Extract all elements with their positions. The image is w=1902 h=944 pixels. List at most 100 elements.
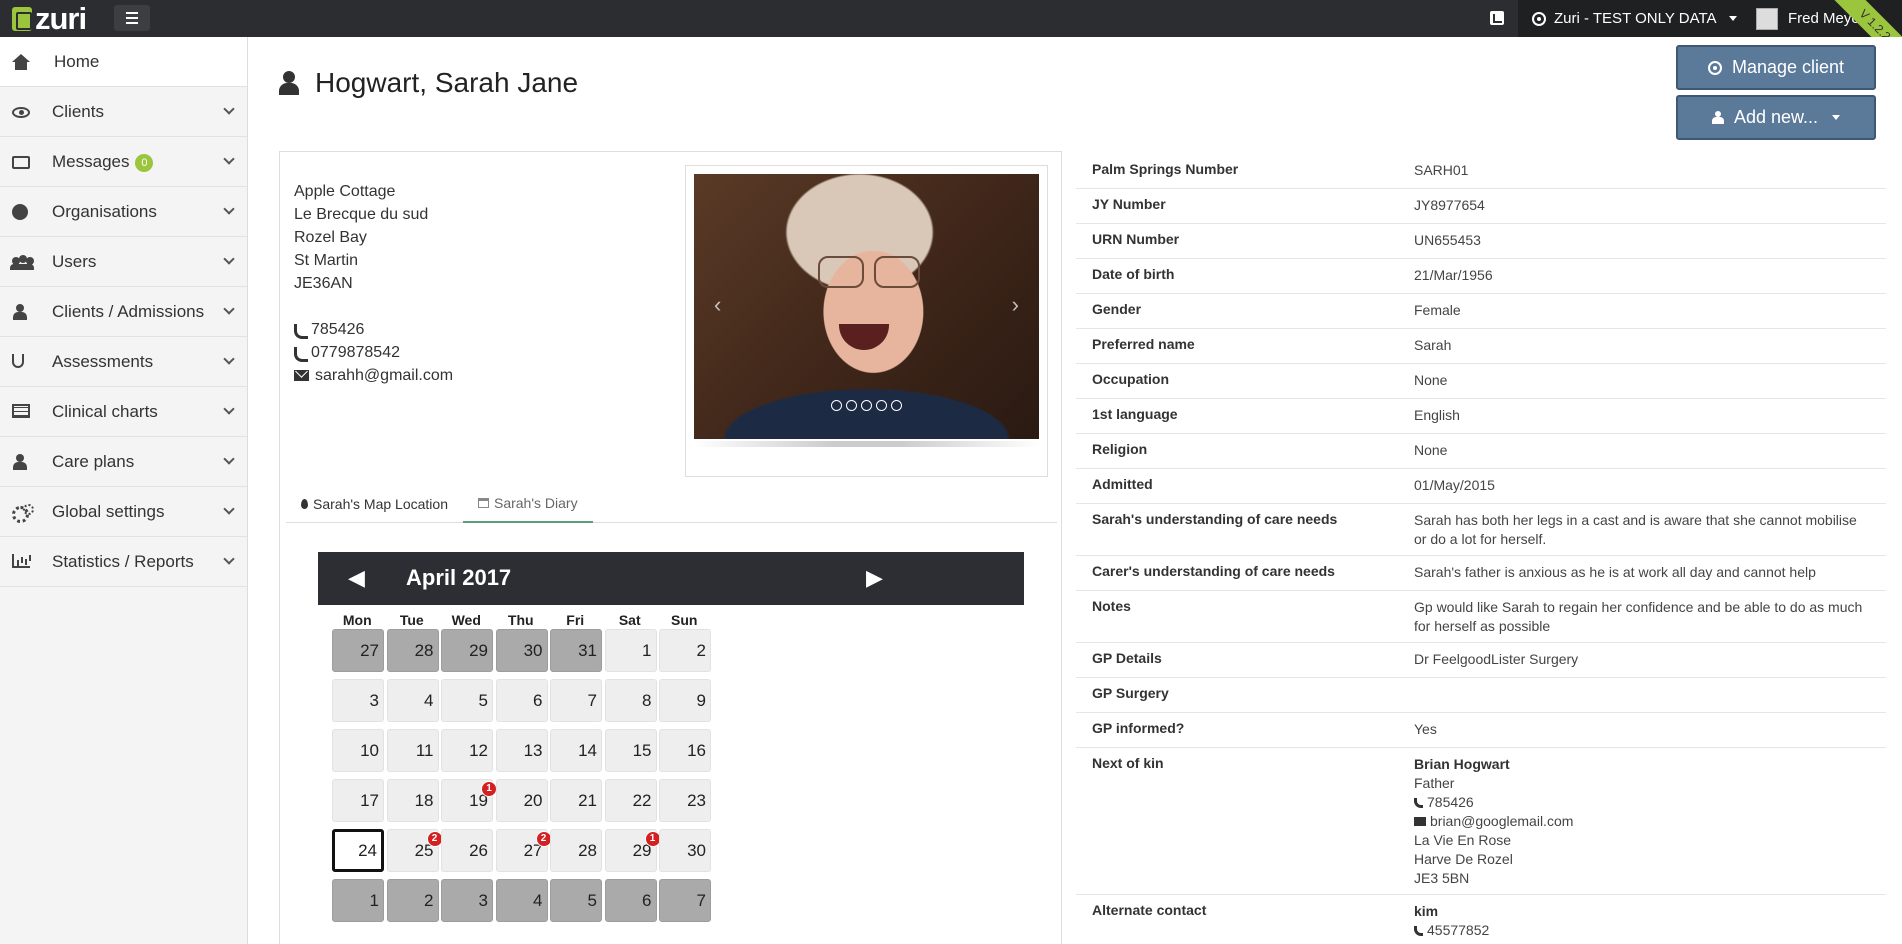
calendar-day[interactable]: 18 xyxy=(386,779,439,822)
calendar-day[interactable]: 29 xyxy=(441,629,493,672)
calendar-day-today[interactable]: 24 xyxy=(332,829,384,872)
calendar-day[interactable]: 11 xyxy=(386,729,439,772)
sidebar-toggle-button[interactable] xyxy=(114,5,150,31)
calendar-day[interactable]: 12 xyxy=(441,729,493,772)
sidebar-item-global-settings[interactable]: Global settings xyxy=(0,487,247,537)
sidebar-item-clinical-charts[interactable]: Clinical charts xyxy=(0,387,247,437)
detail-value: Yes xyxy=(1414,721,1437,737)
calendar-day[interactable]: 27 xyxy=(332,629,384,672)
detail-value: Dr FeelgoodLister Surgery xyxy=(1414,651,1579,667)
calendar-day[interactable]: 28 xyxy=(550,829,602,872)
users-icon xyxy=(10,257,34,270)
carousel-prev-button[interactable]: ‹ xyxy=(714,292,721,318)
sidebar-item-home[interactable]: Home xyxy=(0,37,247,87)
carousel-dot[interactable] xyxy=(846,400,857,411)
sidebar-item-organisations[interactable]: Organisations xyxy=(0,187,247,237)
home-icon xyxy=(12,54,30,70)
calendar-next-month-button[interactable]: ▶ xyxy=(866,565,883,591)
calendar-day[interactable]: 26 xyxy=(441,829,493,872)
target-icon xyxy=(1707,60,1722,75)
calendar-day[interactable]: 6 xyxy=(495,679,548,722)
calendar-day[interactable]: 10 xyxy=(332,729,384,772)
detail-row: Palm Springs Number SARH01 xyxy=(1076,154,1886,189)
calendar-day[interactable]: 13 xyxy=(495,729,548,772)
calendar-day[interactable]: 17 xyxy=(332,779,384,822)
add-new-dropdown-button[interactable]: Add new... xyxy=(1676,95,1876,140)
manage-client-button[interactable]: Manage client xyxy=(1676,45,1876,90)
calendar-day[interactable]: 2 xyxy=(386,879,439,922)
day-number: 20 xyxy=(523,791,543,810)
day-number: 28 xyxy=(414,641,434,660)
email-link[interactable]: sarahh@gmail.com xyxy=(315,364,453,387)
chevron-down-icon xyxy=(223,353,235,365)
day-number: 26 xyxy=(469,841,488,860)
day-number: 29 xyxy=(469,641,488,660)
day-number: 24 xyxy=(358,841,377,860)
sidebar-item-clients-admissions[interactable]: Clients / Admissions xyxy=(0,287,247,337)
calendar-day[interactable]: 16 xyxy=(659,729,711,772)
calendar-day[interactable]: 5 xyxy=(550,879,602,922)
carousel-dot[interactable] xyxy=(861,400,872,411)
phone-icon xyxy=(294,323,308,339)
calendar-day[interactable]: 22 xyxy=(604,779,657,822)
phone-icon xyxy=(1414,925,1423,936)
day-number: 3 xyxy=(369,691,379,710)
caret-down-icon xyxy=(1832,115,1841,120)
calendar-day[interactable]: 3 xyxy=(332,679,384,722)
user-menu-dropdown[interactable]: Fred Meyer V 1.2.2 xyxy=(1742,0,1902,37)
calendar-day[interactable]: 15 xyxy=(604,729,657,772)
zuri-logo[interactable]: zuri xyxy=(12,1,87,36)
tab-map-location[interactable]: Sarah's Map Location xyxy=(286,485,463,523)
calendar-day[interactable]: 20 xyxy=(495,779,548,822)
detail-value: English xyxy=(1414,407,1460,423)
calendar-day[interactable]: 28 xyxy=(386,629,439,672)
detail-value: JY8977654 xyxy=(1414,197,1485,213)
button-label: Add new... xyxy=(1733,107,1819,127)
sidebar-item-clients[interactable]: Clients xyxy=(0,87,247,137)
calendar-day[interactable]: 9 xyxy=(659,679,711,722)
calendar-day[interactable]: 1 xyxy=(332,879,384,922)
sidebar-item-messages[interactable]: Messages 0 xyxy=(0,137,247,187)
alt-contact-phone: 45577852 xyxy=(1427,922,1490,938)
calendar-prev-month-button[interactable]: ◀ xyxy=(348,565,365,591)
site-selector-dropdown[interactable]: Zuri - TEST ONLY DATA xyxy=(1518,0,1755,37)
calendar-day[interactable]: 6 xyxy=(604,879,657,922)
photo-carousel: ‹ › xyxy=(685,165,1048,477)
sidebar-item-label: Messages 0 xyxy=(52,152,154,172)
calendar-day[interactable]: 30 xyxy=(495,629,548,672)
calendar-day[interactable]: 7 xyxy=(550,679,602,722)
kin-phone-line: 785426 xyxy=(1414,793,1864,812)
calendar-day[interactable]: 4 xyxy=(495,879,548,922)
expand-icon[interactable] xyxy=(1490,11,1504,25)
calendar-day[interactable]: 5 xyxy=(441,679,493,722)
user-icon xyxy=(12,304,28,320)
calendar-day[interactable]: 4 xyxy=(386,679,439,722)
sidebar-item-label: Home xyxy=(54,51,100,71)
calendar-day[interactable]: 30 xyxy=(659,829,711,872)
calendar-day[interactable]: 7 xyxy=(659,879,711,922)
calendar-day[interactable]: 2 xyxy=(659,629,711,672)
sidebar-item-statistics-reports[interactable]: Statistics / Reports xyxy=(0,537,247,587)
calendar-day[interactable]: 1 xyxy=(604,629,657,672)
sidebar-item-users[interactable]: Users xyxy=(0,237,247,287)
sidebar-item-care-plans[interactable]: Care plans xyxy=(0,437,247,487)
carousel-dot[interactable] xyxy=(891,400,902,411)
calendar-day[interactable]: 8 xyxy=(604,679,657,722)
carousel-dot[interactable] xyxy=(876,400,887,411)
calendar-day[interactable]: 23 xyxy=(659,779,711,822)
tab-diary[interactable]: Sarah's Diary xyxy=(462,485,593,523)
event-count-badge[interactable]: 1 xyxy=(481,781,497,797)
detail-value xyxy=(1414,685,1864,706)
calendar-day[interactable]: 3 xyxy=(441,879,493,922)
kin-relation: Father xyxy=(1414,775,1455,791)
calendar-day[interactable]: 31 xyxy=(550,629,602,672)
carousel-dot[interactable] xyxy=(831,400,842,411)
sidebar-item-assessments[interactable]: Assessments xyxy=(0,337,247,387)
calendar-day[interactable]: 21 xyxy=(550,779,602,822)
carousel-next-button[interactable]: › xyxy=(1012,292,1019,318)
day-number: 8 xyxy=(642,691,652,710)
detail-row: GP Surgery xyxy=(1076,678,1886,713)
sidebar-item-label: Statistics / Reports xyxy=(52,551,194,571)
calendar-day[interactable]: 14 xyxy=(550,729,602,772)
kin-email[interactable]: brian@googlemail.com xyxy=(1430,812,1573,831)
